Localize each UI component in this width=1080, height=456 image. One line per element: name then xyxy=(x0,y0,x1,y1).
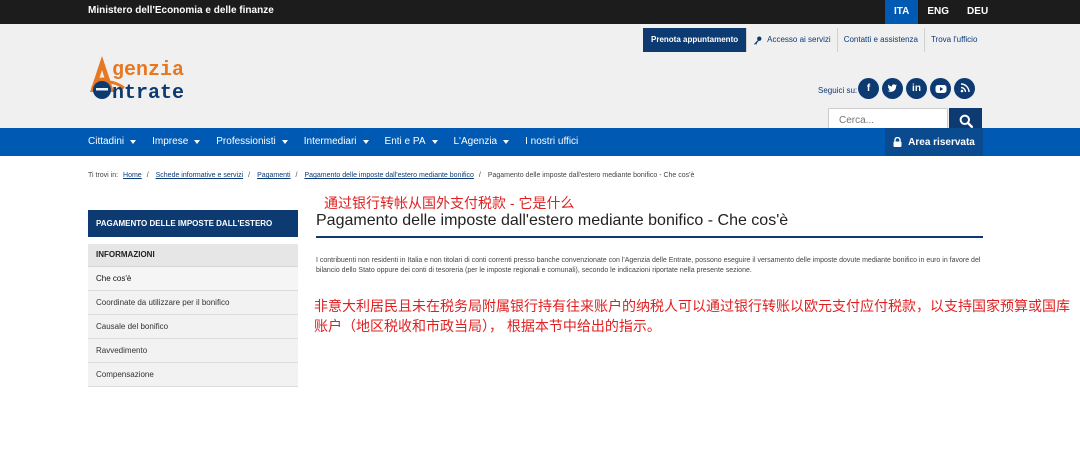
main-nav: Cittadini Imprese Professionisti Interme… xyxy=(0,128,1080,156)
nav-enti-pa[interactable]: Enti e PA xyxy=(385,128,438,156)
accesso-servizi-link[interactable]: Accesso ai servizi xyxy=(747,28,838,52)
area-riservata-button[interactable]: Area riservata xyxy=(885,128,983,156)
chevron-down-icon xyxy=(362,140,369,144)
nav-imprese[interactable]: Imprese xyxy=(152,128,201,156)
sidebar-item-compensazione[interactable]: Compensazione xyxy=(88,363,298,387)
chevron-down-icon xyxy=(194,140,201,144)
key-icon xyxy=(754,36,762,45)
language-switcher: ITA ENG DEU xyxy=(885,0,997,24)
follow-label: Seguici su: xyxy=(818,86,858,95)
chevron-down-icon xyxy=(130,140,137,144)
sidebar-category: INFORMAZIONI xyxy=(88,244,298,267)
annotation-body: 非意大利居民且未在税务局附属银行持有往来账户的纳税人可以通过银行转账以欧元支付应… xyxy=(314,298,1070,334)
lang-ita[interactable]: ITA xyxy=(885,0,919,24)
sidebar-item-ravvedimento[interactable]: Ravvedimento xyxy=(88,339,298,363)
nav-nostri-uffici[interactable]: I nostri uffici xyxy=(525,128,578,156)
sidebar-item-causale[interactable]: Causale del bonifico xyxy=(88,315,298,339)
breadcrumb-schede[interactable]: Schede informative e servizi xyxy=(156,172,244,179)
contatti-assistenza-link[interactable]: Contatti e assistenza xyxy=(838,28,925,52)
sidebar-item-che-cose[interactable]: Che cos'è xyxy=(88,267,298,291)
lock-icon xyxy=(893,137,902,147)
breadcrumb: Ti trovi in: Home / Schede informative e … xyxy=(88,172,695,179)
facebook-icon[interactable]: f xyxy=(858,78,879,99)
lang-deu[interactable]: DEU xyxy=(958,0,997,24)
social-links: f in xyxy=(858,78,975,99)
chevron-down-icon xyxy=(503,140,510,144)
sidebar-item-coordinate[interactable]: Coordinate da utilizzare per il bonifico xyxy=(88,291,298,315)
breadcrumb-pagamenti[interactable]: Pagamenti xyxy=(257,172,290,179)
prenota-appuntamento-link[interactable]: Prenota appuntamento xyxy=(643,28,748,52)
youtube-icon[interactable] xyxy=(930,78,951,99)
nav-cittadini[interactable]: Cittadini xyxy=(88,128,137,156)
page-body-text: I contribuenti non residenti in Italia e… xyxy=(316,257,981,274)
logo-text-agenzia: genzia xyxy=(112,59,184,82)
sidebar-header[interactable]: PAGAMENTO DELLE IMPOSTE DALL'ESTERO xyxy=(88,210,298,237)
search-icon xyxy=(959,114,973,128)
breadcrumb-pagamento-estero[interactable]: Pagamento delle imposte dall'estero medi… xyxy=(304,172,473,179)
linkedin-icon[interactable]: in xyxy=(906,78,927,99)
twitter-icon[interactable] xyxy=(882,78,903,99)
lang-eng[interactable]: ENG xyxy=(918,0,958,24)
chevron-down-icon xyxy=(431,140,438,144)
breadcrumb-current: Pagamento delle imposte dall'estero medi… xyxy=(487,172,695,179)
header-links: Prenota appuntamento Accesso ai servizi … xyxy=(643,28,983,52)
nav-professionisti[interactable]: Professionisti xyxy=(216,128,288,156)
breadcrumb-prefix: Ti trovi in: xyxy=(88,172,119,179)
top-bar: Ministero dell'Economia e delle finanze … xyxy=(0,0,1080,24)
nav-intermediari[interactable]: Intermediari xyxy=(304,128,369,156)
rss-icon[interactable] xyxy=(954,78,975,99)
breadcrumb-home[interactable]: Home xyxy=(123,172,142,179)
trova-ufficio-link[interactable]: Trova l'ufficio xyxy=(925,28,983,52)
annotation-title: 通过银行转帐从国外支付税款 - 它是什么 xyxy=(324,195,575,211)
chevron-down-icon xyxy=(281,140,288,144)
sidebar-menu: INFORMAZIONI Che cos'è Coordinate da uti… xyxy=(88,244,298,387)
agenzia-entrate-logo[interactable]: genzia ntrate xyxy=(88,52,238,102)
ministry-link[interactable]: Ministero dell'Economia e delle finanze xyxy=(88,5,274,16)
logo-text-entrate: ntrate xyxy=(112,82,184,102)
page-title: Pagamento delle imposte dall'estero medi… xyxy=(316,212,983,238)
site-header: Prenota appuntamento Accesso ai servizi … xyxy=(0,24,1080,134)
nav-agenzia[interactable]: L'Agenzia xyxy=(454,128,510,156)
